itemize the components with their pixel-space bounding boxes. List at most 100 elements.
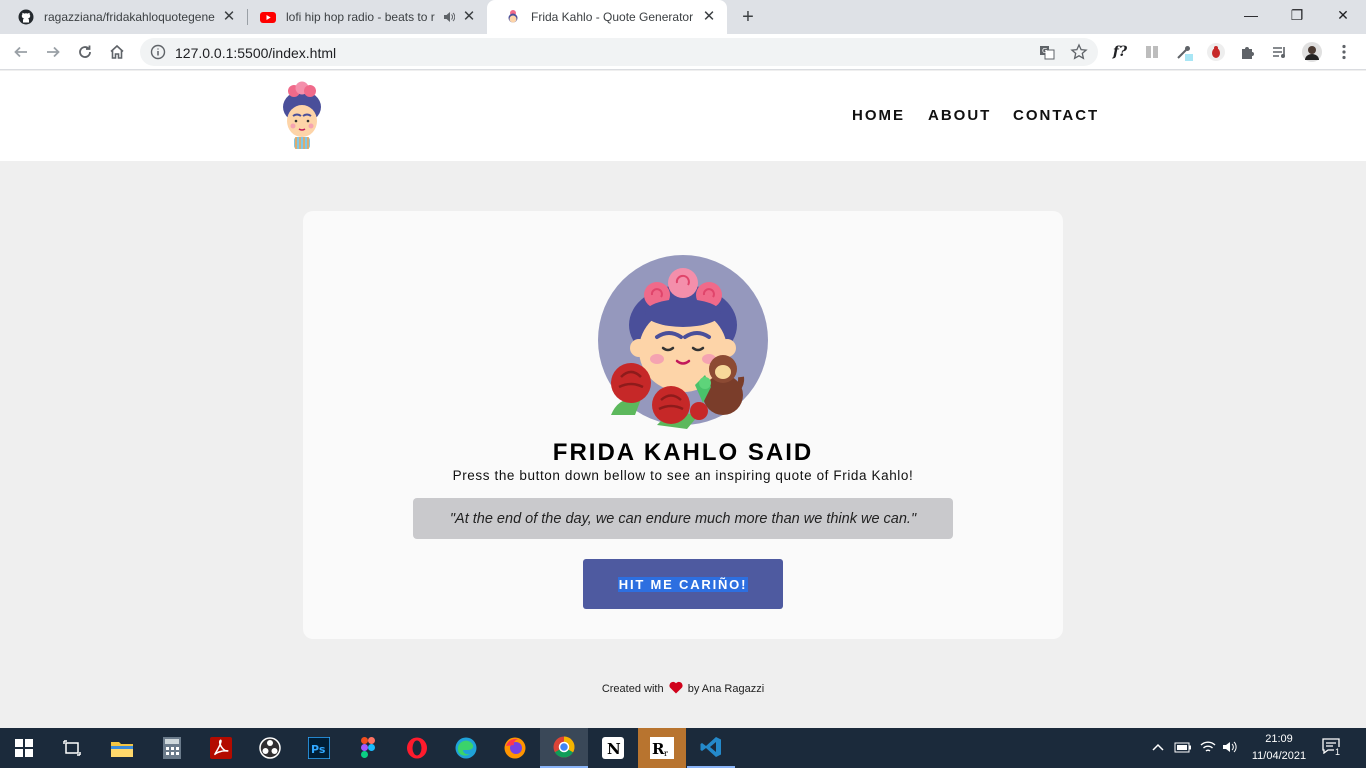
frida-logo[interactable]	[272, 79, 332, 153]
site-footer: Created with by Ana Ragazzi	[0, 681, 1366, 695]
notion-icon: N	[602, 737, 624, 759]
typora-icon: Rr	[650, 737, 674, 759]
tab-title: lofi hip hop radio - beats to relax/stud…	[286, 10, 435, 24]
wifi-icon[interactable]	[1200, 740, 1216, 754]
figma-button[interactable]	[344, 728, 392, 768]
frida-favicon-icon	[508, 10, 518, 23]
figma-icon	[361, 737, 375, 758]
reload-button[interactable]	[72, 39, 98, 65]
quote-text: "At the end of the day, we can endure mu…	[449, 510, 917, 527]
browser-toolbar: 127.0.0.1:5500/index.html G f?	[0, 34, 1366, 70]
footer-author: by Ana Ragazzi	[687, 683, 765, 695]
windows-start-button[interactable]	[0, 728, 48, 768]
new-tab-button[interactable]: +	[737, 6, 759, 28]
acrobat-button[interactable]	[197, 728, 245, 768]
tab-youtube[interactable]: lofi hip hop radio - beats to relax/stud…	[242, 0, 487, 34]
edge-icon	[455, 737, 477, 759]
nav-home[interactable]: HOME	[852, 107, 905, 124]
clock-date: 11/04/2021	[1251, 750, 1307, 762]
font-f-icon[interactable]: f?	[1110, 42, 1130, 62]
speaker-icon[interactable]	[443, 11, 455, 23]
system-clock[interactable]: 21:09 11/04/2021	[1248, 731, 1310, 765]
notion-button[interactable]: N	[589, 728, 637, 768]
new-quote-button[interactable]: HIT ME CARIÑO!	[583, 559, 783, 609]
reload-icon	[79, 45, 91, 58]
tab-strip: ragazziana/fridakahloquotegenerator ✕ lo…	[0, 0, 1366, 34]
close-icon[interactable]: ✕	[701, 9, 717, 25]
back-arrow-icon	[14, 46, 27, 58]
bug-icon[interactable]	[1206, 42, 1226, 62]
eyedropper-icon[interactable]	[1174, 42, 1194, 62]
svg-text:G: G	[1042, 47, 1047, 55]
volume-icon[interactable]	[1222, 740, 1238, 754]
opera-icon	[407, 737, 427, 759]
translate-icon[interactable]: G	[1038, 43, 1056, 61]
tab-frida[interactable]: Frida Kahlo - Quote Generator ✕	[487, 0, 727, 34]
chevron-up-icon[interactable]	[1152, 742, 1164, 752]
nav-contact[interactable]: CONTACT	[1013, 107, 1099, 124]
opera-button[interactable]	[393, 728, 441, 768]
reader-icon[interactable]	[1142, 42, 1162, 62]
web-page: HOME ABOUT CONTACT FRIDA KAHLO SAID Pres…	[0, 71, 1366, 728]
info-icon[interactable]	[150, 44, 166, 60]
chrome-button[interactable]	[540, 728, 588, 768]
calculator-icon	[163, 737, 181, 759]
chrome-icon	[553, 736, 575, 758]
calculator-button[interactable]	[148, 728, 196, 768]
tab-title: Frida Kahlo - Quote Generator	[531, 10, 694, 24]
restore-button[interactable]: ❐	[1274, 0, 1320, 30]
profile-avatar[interactable]	[1302, 42, 1322, 62]
heart-icon	[669, 681, 683, 694]
photoshop-icon: Ps	[308, 737, 330, 759]
file-explorer-button[interactable]	[98, 728, 146, 768]
photoshop-button[interactable]: Ps	[295, 728, 343, 768]
frida-illustration	[598, 255, 768, 429]
notification-center-button[interactable]: 1	[1322, 738, 1344, 758]
windows-logo-icon	[15, 739, 33, 757]
svg-text:N: N	[607, 740, 621, 758]
typora-button[interactable]: Rr	[638, 728, 686, 768]
obs-button[interactable]	[246, 728, 294, 768]
forward-button[interactable]	[40, 39, 66, 65]
notification-count: 1	[1334, 747, 1342, 757]
vscode-button[interactable]	[687, 728, 735, 768]
edge-button[interactable]	[442, 728, 490, 768]
close-icon[interactable]: ✕	[461, 9, 477, 25]
forward-arrow-icon	[47, 46, 60, 58]
close-icon[interactable]: ✕	[221, 9, 237, 25]
task-view-button[interactable]	[48, 728, 96, 768]
github-icon	[18, 9, 34, 25]
clock-time: 21:09	[1265, 733, 1293, 745]
minimize-button[interactable]: —	[1228, 0, 1274, 30]
nav-about[interactable]: ABOUT	[928, 107, 991, 124]
task-view-icon	[63, 740, 81, 756]
folder-icon	[111, 742, 133, 757]
battery-icon[interactable]	[1174, 741, 1192, 753]
star-icon[interactable]	[1070, 43, 1088, 61]
home-button[interactable]	[104, 39, 130, 65]
playlist-icon[interactable]	[1270, 42, 1290, 62]
windows-taskbar: Ps N Rr 21:09 11/04/2021 1	[0, 728, 1366, 768]
obs-icon	[259, 737, 281, 759]
kebab-menu-icon[interactable]	[1334, 42, 1354, 62]
acrobat-icon	[210, 737, 232, 759]
puzzle-icon[interactable]	[1238, 42, 1258, 62]
window-close-button[interactable]: ✕	[1320, 0, 1366, 30]
site-header: HOME ABOUT CONTACT	[0, 71, 1366, 161]
tab-title: ragazziana/fridakahloquotegenerator	[44, 10, 215, 24]
tab-github[interactable]: ragazziana/fridakahloquotegenerator ✕	[0, 0, 247, 34]
quote-box: "At the end of the day, we can endure mu…	[413, 498, 953, 539]
youtube-icon	[260, 12, 276, 23]
address-bar[interactable]: 127.0.0.1:5500/index.html G	[140, 38, 1098, 66]
firefox-icon	[504, 737, 526, 759]
back-button[interactable]	[8, 39, 34, 65]
button-label: HIT ME CARIÑO!	[617, 576, 749, 592]
firefox-button[interactable]	[491, 728, 539, 768]
quote-card: FRIDA KAHLO SAID Press the button down b…	[303, 211, 1063, 639]
vscode-icon	[700, 737, 721, 757]
headline: FRIDA KAHLO SAID	[552, 439, 814, 466]
home-icon	[110, 44, 124, 59]
svg-text:Ps: Ps	[311, 743, 326, 756]
url-text: 127.0.0.1:5500/index.html	[175, 45, 337, 61]
subtitle: Press the button down bellow to see an i…	[452, 468, 914, 483]
